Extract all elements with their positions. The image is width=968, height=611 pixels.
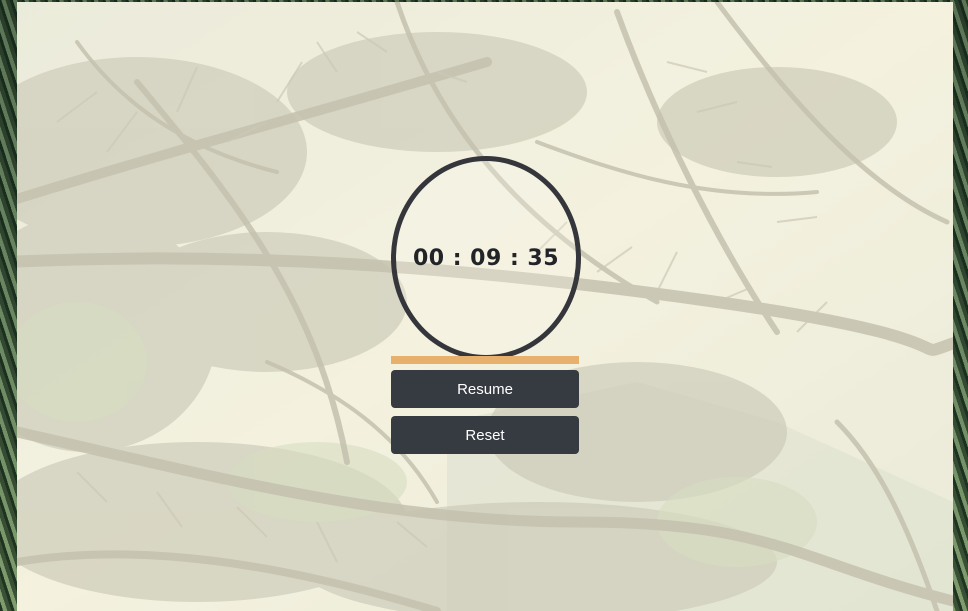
frosted-panel: 00 : 09 : 35 Resume Reset <box>17 2 953 611</box>
progress-bar <box>391 356 579 364</box>
reset-button[interactable]: Reset <box>391 416 579 454</box>
app-page: 00 : 09 : 35 Resume Reset <box>0 0 968 611</box>
timer-widget: 00 : 09 : 35 Resume Reset <box>17 2 953 611</box>
clock-ring: 00 : 09 : 35 <box>391 156 581 360</box>
resume-button[interactable]: Resume <box>391 370 579 408</box>
progress-bar-fill <box>391 356 579 364</box>
time-display: 00 : 09 : 35 <box>412 245 560 271</box>
